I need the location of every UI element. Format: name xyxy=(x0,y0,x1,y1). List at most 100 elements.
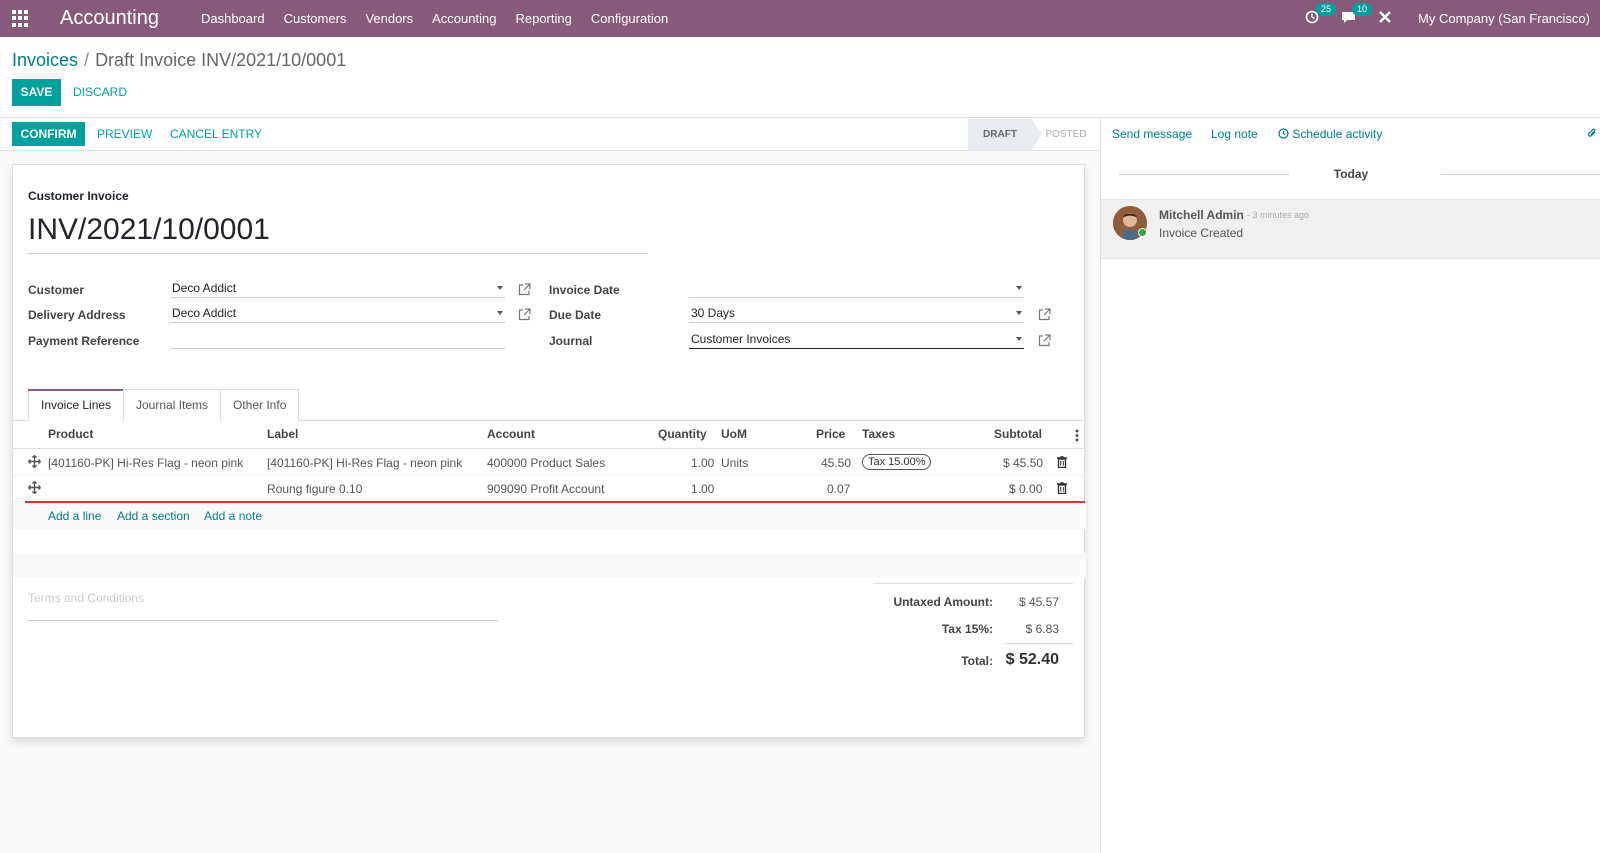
chevron-down-icon[interactable] xyxy=(1016,286,1022,290)
totals-divider xyxy=(873,583,1073,584)
breadcrumb-invoices-link[interactable]: Invoices xyxy=(12,50,78,70)
row-label[interactable]: [401160-PK] Hi-Res Flag - neon pink xyxy=(267,456,462,470)
chevron-down-icon[interactable] xyxy=(1016,311,1022,315)
chevron-down-icon[interactable] xyxy=(1016,337,1022,341)
drag-handle-icon[interactable] xyxy=(28,481,41,494)
invoice-date-field[interactable] xyxy=(689,278,1024,298)
external-link-icon[interactable] xyxy=(1038,308,1051,321)
column-account[interactable]: Account xyxy=(487,427,535,441)
activity-icon[interactable]: 25 xyxy=(1305,2,1337,28)
form-sheet: Customer Invoice INV/2021/10/0001 Custom… xyxy=(12,164,1086,738)
column-price[interactable]: Price xyxy=(816,427,845,441)
column-label[interactable]: Label xyxy=(267,427,298,441)
tax-value: $ 6.83 xyxy=(1025,622,1059,636)
external-link-icon[interactable] xyxy=(1038,334,1051,347)
table-row[interactable]: Roung figure 0.10 909090 Profit Account … xyxy=(13,476,1086,502)
message-body: Invoice Created xyxy=(1159,226,1244,240)
row-quantity[interactable]: 1.00 xyxy=(691,456,714,470)
add-line-link[interactable]: Add a line xyxy=(48,509,101,523)
form-statusbar: CONFIRM PREVIEW CANCEL ENTRY DRAFT POSTE… xyxy=(0,119,1100,151)
messages-icon[interactable]: 10 xyxy=(1341,2,1373,28)
untaxed-amount-value: $ 45.57 xyxy=(1018,595,1059,609)
document-type: Customer Invoice xyxy=(28,189,129,203)
send-message-button[interactable]: Send message xyxy=(1112,127,1192,141)
row-uom[interactable]: Units xyxy=(721,456,748,470)
add-section-link[interactable]: Add a section xyxy=(117,509,190,523)
total-value: $ 52.40 xyxy=(1005,651,1059,668)
breadcrumb: Invoices / Draft Invoice INV/2021/10/0001 xyxy=(12,50,346,71)
company-switcher[interactable]: My Company (San Francisco) xyxy=(1418,11,1590,26)
clock-icon xyxy=(1278,128,1289,139)
row-label[interactable]: Roung figure 0.10 xyxy=(267,482,362,496)
column-options-icon[interactable] xyxy=(1075,429,1079,442)
menu-dashboard[interactable]: Dashboard xyxy=(201,11,265,26)
invoice-lines-header: Product Label Account Quantity UoM Price… xyxy=(13,421,1086,449)
tax-label: Tax 15%: xyxy=(941,622,993,636)
table-row[interactable]: [401160-PK] Hi-Res Flag - neon pink [401… xyxy=(13,450,1086,476)
row-account[interactable]: 400000 Product Sales xyxy=(487,456,605,470)
row-price[interactable]: 45.50 xyxy=(821,456,851,470)
chatter-message: Mitchell Admin - 3 minutes ago Invoice C… xyxy=(1101,199,1600,259)
save-button[interactable]: SAVE xyxy=(12,79,61,106)
due-date-value: 30 Days xyxy=(691,306,736,320)
terms-and-conditions-field[interactable]: Terms and Conditions xyxy=(28,581,498,621)
trash-icon[interactable] xyxy=(1057,456,1067,468)
total-divider xyxy=(1005,643,1073,644)
tab-other-info[interactable]: Other Info xyxy=(220,389,300,421)
menu-customers[interactable]: Customers xyxy=(284,11,347,26)
preview-button[interactable]: PREVIEW xyxy=(97,122,152,146)
tax-tag[interactable]: Tax 15.00% xyxy=(862,454,932,470)
discard-button[interactable]: DISCARD xyxy=(73,79,127,106)
chevron-down-icon[interactable] xyxy=(497,311,503,315)
delivery-address-label: Delivery Address xyxy=(28,308,126,322)
debug-tools-icon[interactable] xyxy=(1378,10,1392,28)
confirm-button[interactable]: CONFIRM xyxy=(12,122,85,146)
cancel-entry-button[interactable]: CANCEL ENTRY xyxy=(170,122,262,146)
activity-count-badge: 25 xyxy=(1316,2,1337,16)
row-product[interactable]: [401160-PK] Hi-Res Flag - neon pink xyxy=(48,456,243,470)
tab-journal-items[interactable]: Journal Items xyxy=(123,389,222,421)
menu-configuration[interactable]: Configuration xyxy=(591,11,668,26)
row-account[interactable]: 909090 Profit Account xyxy=(487,482,604,496)
payment-reference-label: Payment Reference xyxy=(28,334,140,348)
add-note-link[interactable]: Add a note xyxy=(204,509,262,523)
journal-value: Customer Invoices xyxy=(691,332,791,346)
menu-accounting[interactable]: Accounting xyxy=(432,11,496,26)
journal-field[interactable]: Customer Invoices xyxy=(689,329,1024,349)
journal-label: Journal xyxy=(549,334,593,348)
breadcrumb-separator: / xyxy=(84,50,90,70)
schedule-activity-label: Schedule activity xyxy=(1292,127,1383,141)
online-status-dot xyxy=(1138,228,1147,237)
message-author[interactable]: Mitchell Admin xyxy=(1159,208,1244,222)
payment-reference-field[interactable] xyxy=(170,329,505,349)
chevron-down-icon[interactable] xyxy=(497,286,503,290)
customer-field[interactable]: Deco Addict xyxy=(170,278,505,298)
menu-reporting[interactable]: Reporting xyxy=(515,11,571,26)
column-product[interactable]: Product xyxy=(48,427,93,441)
control-panel: Invoices / Draft Invoice INV/2021/10/0001 … xyxy=(0,37,1600,118)
column-subtotal[interactable]: Subtotal xyxy=(994,427,1042,441)
row-subtotal: $ 45.50 xyxy=(1003,456,1044,470)
attachment-icon[interactable] xyxy=(1587,127,1597,139)
log-note-button[interactable]: Log note xyxy=(1211,127,1258,141)
schedule-activity-button[interactable]: Schedule activity xyxy=(1278,127,1382,141)
menu-vendors[interactable]: Vendors xyxy=(365,11,413,26)
notebook-tabs: Invoice Lines Journal Items Other Info xyxy=(13,389,1086,421)
chatter-panel: Send message Log note Schedule activity … xyxy=(1100,119,1600,853)
column-uom[interactable]: UoM xyxy=(721,427,747,441)
tab-invoice-lines[interactable]: Invoice Lines xyxy=(28,389,125,421)
row-quantity[interactable]: 1.00 xyxy=(691,482,714,496)
form-sheet-background: Customer Invoice INV/2021/10/0001 Custom… xyxy=(0,152,1100,853)
drag-handle-icon[interactable] xyxy=(28,455,41,468)
stage-draft: DRAFT xyxy=(968,119,1042,150)
external-link-icon[interactable] xyxy=(518,308,531,321)
row-price[interactable]: 0.07 xyxy=(827,482,850,496)
external-link-icon[interactable] xyxy=(518,283,531,296)
delivery-address-field[interactable]: Deco Addict xyxy=(170,303,505,323)
trash-icon[interactable] xyxy=(1057,482,1067,494)
apps-menu-icon[interactable] xyxy=(12,9,30,28)
column-quantity[interactable]: Quantity xyxy=(658,427,707,441)
due-date-field[interactable]: 30 Days xyxy=(689,303,1024,323)
column-taxes[interactable]: Taxes xyxy=(862,427,895,441)
app-name[interactable]: Accounting xyxy=(60,7,159,30)
